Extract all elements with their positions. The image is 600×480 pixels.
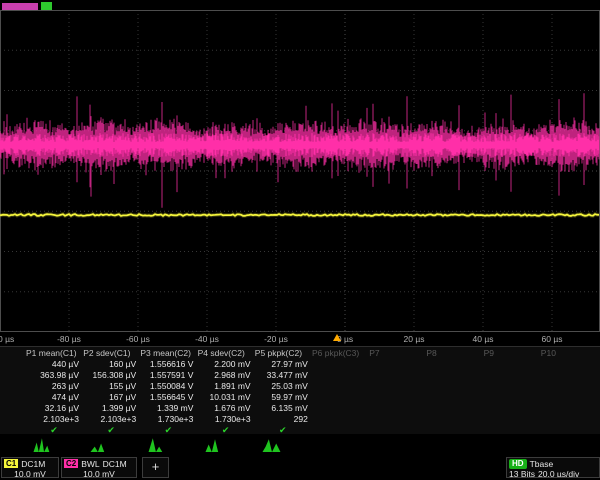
c2-scale-value: 10.0 mV (83, 469, 115, 479)
add-trace-button[interactable]: + (142, 457, 169, 478)
measurement-value: 1.891 mV (198, 381, 254, 392)
time-axis-label: -40 µs (195, 334, 219, 344)
measurement-header[interactable]: P8 (426, 348, 482, 359)
c2-channel-tag: C2 (64, 459, 78, 468)
annotation-badge-magenta (2, 3, 38, 10)
measurement-value: 1.676 mV (198, 403, 254, 414)
time-axis-label: -60 µs (126, 334, 150, 344)
time-axis-label: -80 µs (57, 334, 81, 344)
c2-coupling-label: DC1M (103, 459, 127, 469)
trigger-position-marker[interactable] (333, 334, 341, 341)
histicon-p2 (87, 434, 113, 453)
measurement-column-p3[interactable]: P3 mean(C2)1.556616 V1.557591 V1.550084 … (140, 348, 196, 435)
measurement-value: 1.730e+3 (198, 414, 254, 425)
measurement-value: 59.97 mV (255, 392, 311, 403)
measurement-column-p7[interactable]: P7 (369, 348, 425, 359)
measurement-column-p10[interactable]: P10 (541, 348, 597, 359)
descriptor-bar: C1 DC1M 10.0 mV C2 BWL DC1M 10.0 mV + HD (0, 455, 600, 480)
measurement-value: 292 (255, 414, 311, 425)
measurement-value: 25.03 mV (255, 381, 311, 392)
histicon-p3 (144, 434, 170, 453)
histicon-p5 (259, 434, 285, 453)
measurement-value: 2.968 mV (198, 370, 254, 381)
measurement-column-p8[interactable]: P8 (426, 348, 482, 359)
measurement-column-p5[interactable]: P5 pkpk(C2)27.97 mV33.477 mV25.03 mV59.9… (255, 348, 311, 435)
histicon-p1 (30, 434, 56, 453)
measurement-header[interactable]: P2 sdev(C1) (83, 348, 139, 359)
time-axis: -100 µs-80 µs-60 µs-40 µs-20 µs0 µs20 µs… (0, 334, 600, 345)
time-axis-label: -100 µs (0, 334, 14, 344)
time-axis-label: 20 µs (404, 334, 425, 344)
measurement-value: 363.98 µV (26, 370, 82, 381)
measurement-header[interactable]: P9 (484, 348, 540, 359)
plus-icon: + (143, 458, 168, 476)
hd-badge: HD (509, 459, 527, 469)
measurement-header[interactable]: P5 pkpk(C2) (255, 348, 311, 359)
c2-descriptor-box[interactable]: C2 BWL DC1M 10.0 mV (61, 457, 137, 478)
measurement-header[interactable]: P10 (541, 348, 597, 359)
measurement-value: 2.103e+3 (83, 414, 139, 425)
c1-scale-value: 10.0 mV (14, 469, 46, 479)
measurement-value: 474 µV (26, 392, 82, 403)
measurement-value: 156.308 µV (83, 370, 139, 381)
measurement-header[interactable]: P7 (369, 348, 425, 359)
time-axis-label: -20 µs (264, 334, 288, 344)
measurement-header[interactable]: P6 pkpk(C3) (312, 348, 368, 359)
c1-channel-tag: C1 (4, 459, 18, 468)
c2-bandwidth-label: BWL (81, 459, 99, 469)
measurement-value: 32.16 µV (26, 403, 82, 414)
measurement-value: 6.135 mV (255, 403, 311, 414)
timebase-descriptor-box[interactable]: HD Tbase 13 Bits 20.0 µs/div (506, 457, 600, 478)
timebase-bits: 13 Bits (509, 469, 535, 479)
c1-descriptor-box[interactable]: C1 DC1M 10.0 mV (1, 457, 59, 478)
measurement-column-p1[interactable]: P1 mean(C1)440 µV363.98 µV263 µV474 µV32… (26, 348, 82, 435)
measurement-table: P1 mean(C1)440 µV363.98 µV263 µV474 µV32… (0, 346, 600, 434)
measurement-value: 10.031 mV (198, 392, 254, 403)
measurement-value: 1.556645 V (140, 392, 196, 403)
measurement-value: 1.557591 V (140, 370, 196, 381)
measurement-value: 1.399 µV (83, 403, 139, 414)
measurement-value: 155 µV (83, 381, 139, 392)
measurement-value: 1.730e+3 (140, 414, 196, 425)
measurement-column-p9[interactable]: P9 (484, 348, 540, 359)
histicon-row (0, 433, 600, 453)
timebase-label: Tbase (530, 459, 554, 469)
measurement-header[interactable]: P1 mean(C1) (26, 348, 82, 359)
measurement-column-p6[interactable]: P6 pkpk(C3) (312, 348, 368, 359)
oscilloscope-screen: -100 µs-80 µs-60 µs-40 µs-20 µs0 µs20 µs… (0, 0, 600, 480)
time-axis-label: 40 µs (473, 334, 494, 344)
measurement-value: 440 µV (26, 359, 82, 370)
measurement-value: 2.200 mV (198, 359, 254, 370)
measurement-value: 160 µV (83, 359, 139, 370)
timebase-scale: 20.0 µs/div (538, 469, 579, 479)
measurement-value: 27.97 mV (255, 359, 311, 370)
measurement-column-p2[interactable]: P2 sdev(C1)160 µV156.308 µV155 µV167 µV1… (83, 348, 139, 435)
measurement-header[interactable]: P4 sdev(C2) (198, 348, 254, 359)
measurement-value: 2.103e+3 (26, 414, 82, 425)
measurement-value: 1.556616 V (140, 359, 196, 370)
c1-waveform (0, 214, 599, 216)
scope-grid-svg (0, 10, 600, 332)
measurement-header[interactable]: P3 mean(C2) (140, 348, 196, 359)
measurement-value: 263 µV (26, 381, 82, 392)
measurement-value: 1.550084 V (140, 381, 196, 392)
measurement-value: 167 µV (83, 392, 139, 403)
measurement-column-p4[interactable]: P4 sdev(C2)2.200 mV2.968 mV1.891 mV10.03… (198, 348, 254, 435)
time-axis-label: 60 µs (542, 334, 563, 344)
measurement-value: 1.339 mV (140, 403, 196, 414)
histicon-p4 (202, 434, 228, 453)
measurement-value: 33.477 mV (255, 370, 311, 381)
c1-coupling-label: DC1M (21, 459, 45, 469)
